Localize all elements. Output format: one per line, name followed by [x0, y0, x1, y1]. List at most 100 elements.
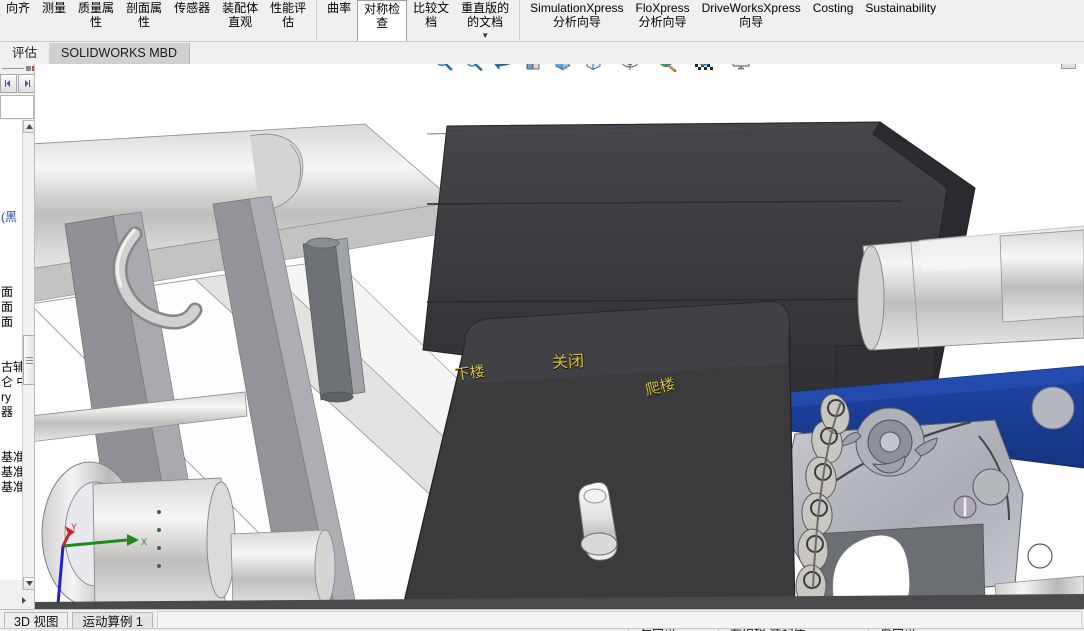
- graphics-viewport[interactable]: X Y Z 下楼关闭爬楼 ▼▼▼▼▼: [35, 64, 1084, 609]
- zoom-to-area-icon[interactable]: [460, 64, 486, 75]
- ribbon-item-section-properties[interactable]: 剖面属 性: [120, 0, 168, 40]
- feature-tree-row[interactable]: [0, 135, 22, 150]
- chevron-down-icon[interactable]: ▼: [481, 32, 489, 40]
- ribbon-item-costing[interactable]: Costing: [807, 0, 860, 40]
- ribbon-item-label: Costing: [813, 1, 854, 15]
- feature-tree-row[interactable]: 器: [0, 405, 22, 420]
- chevron-down-icon[interactable]: ▼: [754, 64, 765, 75]
- ribbon-item-simulationxpress-wizard[interactable]: SimulationXpress 分析向导: [524, 0, 629, 40]
- ribbon-item-symmetry-check[interactable]: 对称检 查: [357, 0, 407, 42]
- heads-up-view-toolbar[interactable]: ▼ ▼ ▼ ▼ ▼: [430, 64, 765, 76]
- ribbon-item-label: 装配体 直观: [222, 1, 258, 29]
- feature-tree-row[interactable]: [0, 225, 22, 240]
- feature-manager-panel: (黑面面面古辅仑 中ry器基准基准基准: [0, 64, 35, 609]
- chevron-down-icon[interactable]: ▼: [680, 64, 691, 75]
- previous-view-icon[interactable]: [490, 64, 516, 75]
- feature-tree-row[interactable]: 面: [0, 315, 22, 330]
- zoom-to-fit-icon[interactable]: [430, 64, 456, 75]
- ribbon-item-label: 向齐: [6, 1, 30, 15]
- ribbon-separator: [519, 0, 520, 40]
- ribbon-item-align[interactable]: 向齐: [0, 0, 36, 40]
- feature-tree-row[interactable]: 仑 中: [0, 375, 22, 390]
- ribbon-item-label: 质量属 性: [78, 1, 114, 29]
- feature-tree-row[interactable]: [0, 330, 22, 345]
- panel-nav-row: [0, 74, 35, 94]
- ribbon-item-sensor[interactable]: 传感器: [168, 0, 216, 40]
- panel-expand-icon[interactable]: [18, 594, 30, 606]
- tab-solidworks-mbd[interactable]: SOLIDWORKS MBD: [49, 43, 190, 64]
- ribbon-item-label: 比较文 档: [413, 1, 449, 29]
- chevron-down-icon[interactable]: ▼: [717, 64, 728, 75]
- hide-show-items-icon[interactable]: [617, 64, 643, 75]
- svg-text:X: X: [141, 537, 147, 547]
- ribbon-separator: [316, 0, 317, 40]
- ribbon-item-label: 性能评 估: [270, 1, 306, 29]
- ribbon-item-imported-documents[interactable]: 重直版的 的文档 ▼: [455, 0, 515, 40]
- feature-tree-scrollbar[interactable]: [22, 120, 35, 590]
- ribbon-item-floxpress-wizard[interactable]: FloXpress 分析向导: [630, 0, 696, 40]
- feature-tree-row[interactable]: [0, 165, 22, 180]
- svg-text:Y: Y: [71, 522, 77, 532]
- ribbon-item-label: Sustainability: [865, 1, 936, 15]
- feature-tree-row[interactable]: [0, 255, 22, 270]
- section-view-icon[interactable]: [520, 64, 546, 75]
- display-style-icon[interactable]: [580, 64, 606, 75]
- edit-appearance-icon[interactable]: [654, 64, 680, 75]
- nav-forward-button[interactable]: [18, 74, 35, 93]
- ribbon-item-label: 传感器: [174, 1, 210, 15]
- feature-tree-row[interactable]: 基准: [0, 480, 22, 495]
- chevron-down-icon[interactable]: ▼: [643, 64, 654, 75]
- scroll-down-icon[interactable]: [23, 577, 35, 590]
- bottom-tab-3d-view[interactable]: 3D 视图: [4, 612, 68, 630]
- ribbon-item-label: 曲率: [327, 1, 351, 15]
- view-orientation-icon[interactable]: [550, 64, 576, 75]
- apply-scene-icon[interactable]: [691, 64, 717, 75]
- ribbon-item-curvature[interactable]: 曲率: [321, 0, 357, 40]
- bottom-tab-motion-study[interactable]: 运动算例 1: [72, 612, 152, 630]
- collapse-panel-icon[interactable]: [1061, 64, 1076, 69]
- feature-tree-row[interactable]: ry: [0, 390, 22, 405]
- scrollbar-thumb[interactable]: [23, 335, 35, 385]
- ribbon-item-mass-properties[interactable]: 质量属 性: [72, 0, 120, 40]
- feature-tree[interactable]: (黑面面面古辅仑 中ry器基准基准基准: [0, 120, 22, 580]
- feature-tree-row[interactable]: 基准: [0, 450, 22, 465]
- nav-back-button[interactable]: [0, 74, 17, 93]
- tab-evaluate[interactable]: 评估: [0, 43, 49, 64]
- ribbon-item-performance-evaluation[interactable]: 性能评 估: [264, 0, 312, 40]
- panel-titlebar: [0, 64, 35, 73]
- feature-tree-row[interactable]: [0, 420, 22, 435]
- feature-tree-row[interactable]: 面: [0, 300, 22, 315]
- feature-tree-row[interactable]: 古辅: [0, 360, 22, 375]
- ribbon-item-label: 重直版的 的文档: [461, 1, 509, 29]
- ribbon-toolbar: 向齐测量质量属 性剖面属 性传感器装配体 直观性能评 估 曲率对称检 查比较文 档…: [0, 0, 1084, 42]
- feature-tree-row[interactable]: [0, 435, 22, 450]
- feature-tree-row[interactable]: [0, 120, 22, 135]
- close-icon[interactable]: [32, 66, 35, 71]
- feature-tree-row[interactable]: [0, 150, 22, 165]
- feature-tree-row[interactable]: [0, 240, 22, 255]
- feature-tree-row[interactable]: 基准: [0, 465, 22, 480]
- feature-tree-row[interactable]: [0, 345, 22, 360]
- feature-tree-row[interactable]: (黑: [0, 210, 22, 225]
- feature-tree-row[interactable]: [0, 195, 22, 210]
- feature-tree-row[interactable]: [0, 180, 22, 195]
- scroll-up-icon[interactable]: [23, 120, 35, 133]
- panel-search-box[interactable]: [0, 95, 34, 119]
- ribbon-item-measure[interactable]: 测量: [36, 0, 72, 40]
- ribbon-item-label: FloXpress 分析向导: [636, 1, 690, 29]
- ribbon-item-assembly-visualization[interactable]: 装配体 直观: [216, 0, 264, 40]
- cad-model-render: X Y Z: [35, 64, 1084, 609]
- ribbon-item-label: 剖面属 性: [126, 1, 162, 29]
- ribbon-item-driveworksxpress-wizard[interactable]: DriveWorksXpress 向导: [696, 0, 807, 40]
- ribbon-item-label: DriveWorksXpress 向导: [702, 1, 801, 29]
- minimize-icon[interactable]: [26, 66, 31, 71]
- command-manager-tabs: 评估 SOLIDWORKS MBD: [0, 42, 1084, 64]
- feature-tree-row[interactable]: [0, 270, 22, 285]
- ribbon-item-label: 对称检 查: [364, 2, 400, 30]
- chevron-down-icon[interactable]: ▼: [606, 64, 617, 75]
- ribbon-item-compare-documents[interactable]: 比较文 档: [407, 0, 455, 40]
- view-settings-icon[interactable]: [728, 64, 754, 75]
- ribbon-item-label: 测量: [42, 1, 66, 15]
- ribbon-item-sustainability[interactable]: Sustainability: [859, 0, 942, 40]
- feature-tree-row[interactable]: 面: [0, 285, 22, 300]
